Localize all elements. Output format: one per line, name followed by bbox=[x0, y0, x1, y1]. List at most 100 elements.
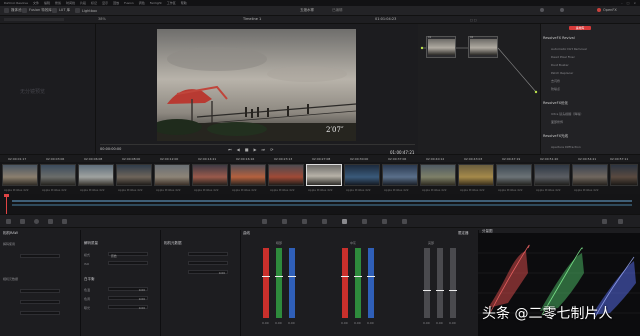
blur-icon[interactable] bbox=[342, 219, 347, 224]
fx-item[interactable]: Aperture Diffraction bbox=[551, 145, 581, 149]
window-icon[interactable] bbox=[302, 219, 307, 224]
maximize-icon[interactable]: □ bbox=[627, 1, 630, 5]
curves-icon[interactable] bbox=[262, 219, 267, 224]
openfx-button[interactable]: OpenFX bbox=[597, 8, 617, 12]
menu-item[interactable]: 编辑 bbox=[44, 1, 50, 5]
fx-item[interactable]: Ultra 镜头模糊（降噪） bbox=[551, 112, 583, 116]
info-icon[interactable] bbox=[618, 219, 623, 224]
meta-select[interactable] bbox=[188, 261, 228, 265]
loop-icon[interactable]: ⟳ bbox=[270, 147, 273, 152]
section-title[interactable]: ResolveFX光线 bbox=[543, 134, 568, 139]
clip-thumbnail[interactable] bbox=[154, 164, 190, 186]
color-wheels-icon[interactable] bbox=[34, 219, 39, 224]
meta-field[interactable]: 0.00 bbox=[188, 270, 228, 275]
gamma-red-slider[interactable] bbox=[341, 248, 349, 318]
section-title[interactable]: ResolveFX优化 bbox=[543, 101, 568, 106]
effects-button[interactable]: Fusion 特效库 bbox=[22, 8, 52, 13]
menu-item[interactable]: 调色 bbox=[139, 1, 145, 5]
key-icon[interactable] bbox=[362, 219, 367, 224]
fx-item[interactable]: Patch Replacer bbox=[551, 71, 573, 75]
menu-item[interactable]: 时间线 bbox=[66, 1, 75, 5]
clip-thumbnail[interactable] bbox=[534, 164, 570, 186]
menu-item[interactable]: DaVinci Resolve bbox=[4, 1, 28, 5]
stop-icon[interactable]: ■ bbox=[245, 147, 249, 152]
color-match-icon[interactable] bbox=[20, 219, 25, 224]
zoom-level[interactable]: 38% bbox=[98, 17, 106, 21]
scopes-icon[interactable] bbox=[602, 219, 607, 224]
camera-raw-icon[interactable] bbox=[6, 219, 11, 224]
play-icon[interactable]: ▶ bbox=[253, 147, 256, 152]
meta-field[interactable] bbox=[20, 289, 60, 293]
nodes-button[interactable] bbox=[560, 8, 564, 12]
gallery-button[interactable] bbox=[540, 8, 544, 12]
clip-thumbnail[interactable] bbox=[268, 164, 304, 186]
meta-select[interactable] bbox=[188, 252, 228, 256]
gain-slider[interactable] bbox=[436, 248, 444, 318]
fx-item[interactable]: 面部修饰 bbox=[551, 120, 563, 124]
fx-item[interactable]: Dead Pixel Fixer bbox=[551, 55, 575, 59]
menu-item[interactable]: 工作区 bbox=[167, 1, 176, 5]
playhead-handle[interactable] bbox=[4, 194, 9, 197]
sizing-icon[interactable] bbox=[382, 219, 387, 224]
lift-green-slider[interactable] bbox=[275, 248, 283, 318]
clip-thumbnail[interactable] bbox=[2, 164, 38, 186]
rgb-mixer-icon[interactable] bbox=[48, 219, 53, 224]
qualifier-icon[interactable] bbox=[282, 219, 287, 224]
color-temp-field[interactable]: 0.00 bbox=[108, 287, 148, 292]
skip-forward-icon[interactable]: ⏭ bbox=[262, 147, 266, 152]
clip-thumbnail[interactable] bbox=[192, 164, 228, 186]
menu-item[interactable]: Fusion bbox=[124, 1, 134, 5]
clip-thumbnail[interactable] bbox=[116, 164, 152, 186]
library-tab[interactable]: 素材库 bbox=[569, 26, 591, 30]
meta-field[interactable] bbox=[20, 300, 60, 304]
video-viewer[interactable] bbox=[157, 29, 356, 141]
clip-thumbnail[interactable] bbox=[382, 164, 418, 186]
gain-slider[interactable] bbox=[423, 248, 431, 318]
clip-thumbnail[interactable] bbox=[458, 164, 494, 186]
fx-item[interactable]: Automatic Dirt Removal bbox=[551, 47, 587, 51]
gain-slider[interactable] bbox=[449, 248, 457, 318]
media-pool-button[interactable]: 媒体池 bbox=[4, 8, 22, 13]
menu-item[interactable]: 帮助 bbox=[181, 1, 187, 5]
clip-thumbnail[interactable] bbox=[610, 164, 638, 186]
meta-field[interactable] bbox=[20, 311, 60, 315]
gamma-green-slider[interactable] bbox=[354, 248, 362, 318]
clip-thumbnail[interactable] bbox=[344, 164, 380, 186]
lut-button[interactable]: LUT 库 bbox=[52, 8, 70, 13]
decode-select[interactable] bbox=[20, 254, 60, 258]
clip-thumbnail[interactable] bbox=[230, 164, 266, 186]
playhead[interactable] bbox=[6, 194, 7, 214]
lift-blue-slider[interactable] bbox=[288, 248, 296, 318]
clip-thumbnail[interactable] bbox=[572, 164, 608, 186]
menu-item[interactable]: 片段 bbox=[80, 1, 86, 5]
clip-thumbnail-selected[interactable] bbox=[306, 164, 342, 186]
tint-field[interactable]: 0.00 bbox=[108, 296, 148, 301]
fx-item[interactable]: 防噪点 bbox=[551, 87, 560, 91]
mini-timeline[interactable] bbox=[0, 194, 640, 214]
fx-item[interactable]: Dust Buster bbox=[551, 63, 569, 67]
exposure-field[interactable]: 0.00 bbox=[108, 305, 148, 310]
menu-item[interactable]: 修剪 bbox=[55, 1, 61, 5]
clip-thumbnail[interactable] bbox=[420, 164, 456, 186]
timeline-name[interactable]: Timeline 1 bbox=[243, 17, 261, 21]
close-icon[interactable]: × bbox=[633, 1, 636, 5]
step-back-icon[interactable]: ◀ bbox=[237, 147, 240, 152]
section-title[interactable]: ResolveFX Revival bbox=[543, 36, 575, 40]
fx-item[interactable]: 去闪烁 bbox=[551, 79, 560, 83]
clip-thumbnail[interactable] bbox=[496, 164, 532, 186]
3d-icon[interactable] bbox=[402, 219, 407, 224]
lift-red-slider[interactable] bbox=[262, 248, 270, 318]
clip-thumbnail[interactable] bbox=[78, 164, 114, 186]
menu-item[interactable]: Fairlight bbox=[150, 1, 162, 5]
scrubber[interactable] bbox=[100, 144, 415, 145]
menu-item[interactable]: 显示 bbox=[102, 1, 108, 5]
clip-thumbnail[interactable] bbox=[40, 164, 76, 186]
lightbox-button[interactable]: Lightbox bbox=[75, 8, 97, 13]
skip-back-icon[interactable]: ⏮ bbox=[228, 147, 232, 152]
gamma-blue-slider[interactable] bbox=[367, 248, 375, 318]
menu-item[interactable]: 回放 bbox=[113, 1, 119, 5]
menu-item[interactable]: 标记 bbox=[91, 1, 97, 5]
menu-item[interactable]: 文件 bbox=[33, 1, 39, 5]
search-field[interactable] bbox=[4, 18, 64, 21]
minimize-icon[interactable]: – bbox=[621, 1, 623, 5]
